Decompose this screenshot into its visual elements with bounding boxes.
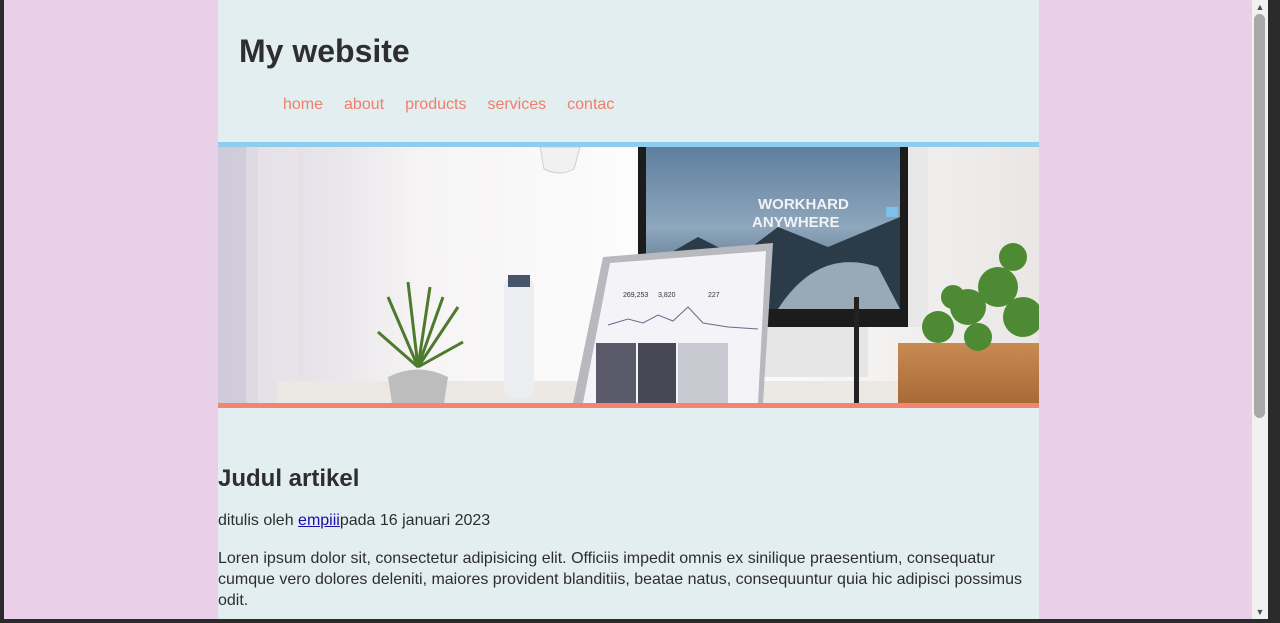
article-body: Loren ipsum dolor sit, consectetur adipi…: [218, 550, 1023, 609]
laptop-stat-2: 3,820: [658, 292, 676, 299]
vertical-scrollbar[interactable]: ▲ ▼: [1252, 0, 1268, 619]
laptop-stat-1: 269,253: [623, 292, 648, 299]
browser-viewport: My website home about products services …: [4, 0, 1252, 619]
scrollbar-thumb[interactable]: [1254, 14, 1265, 418]
banner-bottom-border: [218, 403, 1039, 408]
scroll-up-arrow-icon[interactable]: ▲: [1252, 0, 1268, 14]
main-nav: home about products services contac: [283, 96, 614, 114]
scroll-down-arrow-icon[interactable]: ▼: [1252, 605, 1268, 619]
article-title: Judul artikel: [218, 465, 360, 492]
monitor-text-1: WORKHARD: [758, 196, 849, 213]
nav-link-about[interactable]: about: [344, 96, 384, 114]
nav-link-home[interactable]: home: [283, 96, 323, 114]
byline-date: pada 16 januari 2023: [339, 512, 491, 529]
monitor-text-2: ANYWHERE: [752, 214, 840, 231]
banner-image: WORKHARD ANYWHERE 269,253 3,820 227: [218, 147, 1039, 403]
nav-link-services[interactable]: services: [487, 96, 546, 114]
site-title: My website: [239, 33, 410, 69]
nav-link-contact[interactable]: contac: [567, 96, 614, 114]
laptop-stat-3: 227: [708, 292, 720, 299]
window-edge: [1268, 0, 1280, 623]
nav-link-products[interactable]: products: [405, 96, 466, 114]
byline-prefix: ditulis oleh: [218, 512, 299, 529]
page-container: My website home about products services …: [218, 0, 1039, 619]
author-link[interactable]: empiii: [298, 512, 340, 529]
article-byline: ditulis oleh empiiipada 16 januari 2023: [218, 512, 490, 530]
